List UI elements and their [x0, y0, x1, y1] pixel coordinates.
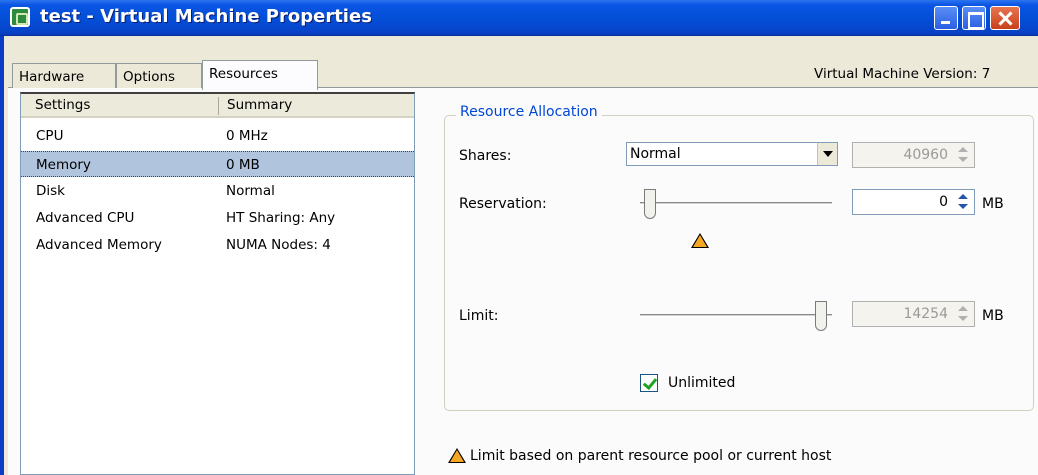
list-item[interactable]: Memory 0 MB	[21, 151, 414, 177]
setting-summary: NUMA Nodes: 4	[226, 237, 331, 253]
column-header-settings[interactable]: Settings	[35, 97, 90, 113]
column-divider[interactable]	[218, 97, 219, 115]
setting-summary: 0 MHz	[226, 128, 268, 144]
setting-name: Disk	[36, 183, 65, 199]
resource-allocation-legend: Resource Allocation	[456, 104, 602, 120]
limit-unit: MB	[982, 308, 1004, 324]
limit-label: Limit:	[459, 308, 499, 324]
column-header-summary[interactable]: Summary	[227, 97, 292, 113]
vm-properties-window: test - Virtual Machine Properties Hardwa…	[0, 0, 1038, 475]
shares-selected-value: Normal	[630, 146, 681, 162]
setting-summary: 0 MB	[226, 157, 260, 173]
unlimited-label[interactable]: Unlimited	[668, 375, 735, 391]
vm-version-label: Virtual Machine Version: 7	[814, 66, 991, 82]
spinner-arrows-icon[interactable]	[956, 146, 970, 164]
shares-dropdown[interactable]: Normal	[626, 142, 838, 166]
setting-name: Memory	[36, 157, 91, 173]
shares-number: 40960	[903, 147, 948, 163]
title-bar[interactable]: test - Virtual Machine Properties	[0, 0, 1038, 36]
reservation-value: 0	[939, 194, 948, 210]
reservation-slider-thumb[interactable]	[644, 189, 656, 219]
maximize-button[interactable]	[962, 6, 986, 30]
list-item[interactable]: CPU 0 MHz	[21, 123, 414, 149]
minimize-button[interactable]	[934, 6, 958, 30]
vm-icon	[10, 7, 30, 27]
list-header: Settings Summary	[21, 94, 414, 118]
setting-name: CPU	[36, 128, 64, 144]
shares-label: Shares:	[459, 148, 512, 164]
list-item[interactable]: Advanced CPU HT Sharing: Any	[21, 205, 414, 231]
reservation-unit: MB	[982, 196, 1004, 212]
close-button[interactable]	[990, 6, 1020, 30]
reservation-label: Reservation:	[459, 196, 547, 212]
reservation-spinner[interactable]: 0	[852, 189, 975, 215]
warning-triangle-icon	[448, 448, 466, 463]
tab-options[interactable]: Options	[116, 63, 202, 88]
spinner-arrows-icon[interactable]	[956, 305, 970, 323]
setting-name: Advanced CPU	[36, 210, 135, 226]
limit-value-spinner[interactable]: 14254	[852, 301, 975, 327]
setting-name: Advanced Memory	[36, 237, 162, 253]
settings-list: Settings Summary CPU 0 MHz Memory 0 MB D…	[20, 92, 415, 475]
list-item[interactable]: Disk Normal	[21, 178, 414, 204]
tab-hardware[interactable]: Hardware	[12, 63, 116, 88]
window-title: test - Virtual Machine Properties	[40, 6, 372, 27]
limit-slider-track[interactable]	[640, 314, 832, 317]
reservation-slider-track[interactable]	[640, 202, 832, 205]
warning-triangle-icon	[691, 233, 709, 248]
setting-summary: HT Sharing: Any	[226, 210, 336, 226]
shares-value-spinner[interactable]: 40960	[852, 142, 975, 168]
unlimited-checkbox[interactable]	[640, 374, 658, 392]
limit-footnote: Limit based on parent resource pool or c…	[470, 448, 832, 464]
setting-summary: Normal	[226, 183, 275, 199]
list-item[interactable]: Advanced Memory NUMA Nodes: 4	[21, 232, 414, 258]
spinner-arrows-icon[interactable]	[956, 193, 970, 211]
limit-slider-thumb[interactable]	[815, 301, 827, 331]
chevron-down-icon[interactable]	[817, 143, 837, 165]
limit-value: 14254	[903, 306, 948, 322]
tab-resources[interactable]: Resources	[202, 60, 318, 90]
